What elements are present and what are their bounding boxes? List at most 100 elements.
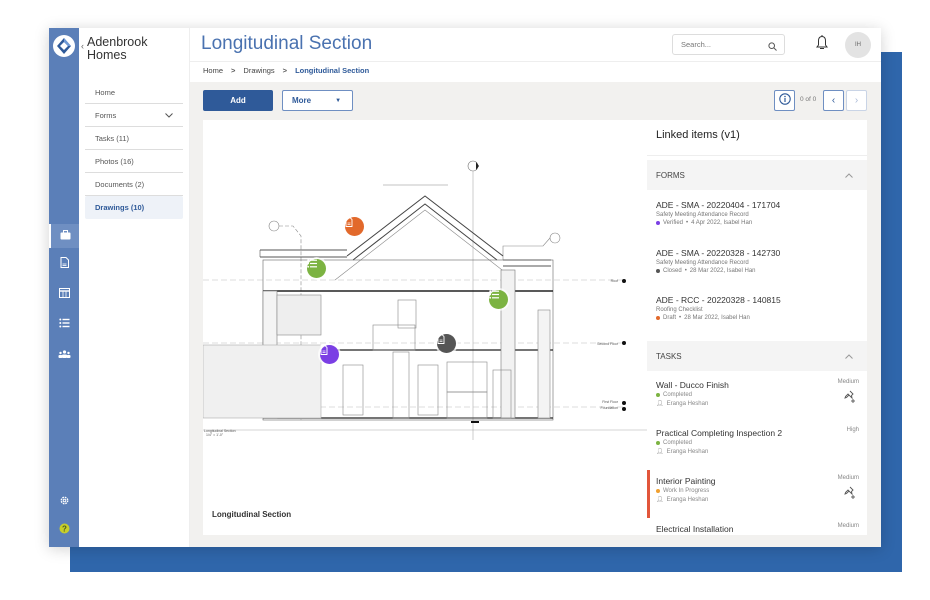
info-icon	[778, 92, 791, 110]
avatar[interactable]: IH	[845, 32, 871, 58]
document-icon	[60, 255, 69, 273]
breadcrumb-home[interactable]: Home	[203, 66, 223, 75]
task-list-item[interactable]: Wall - Ducco Finish Completed 👤︎ Eranga H…	[647, 374, 867, 422]
rail-settings[interactable]	[49, 490, 79, 514]
next-button[interactable]: ›	[846, 90, 867, 111]
drawing-canvas[interactable]: Roof Second Floor First Floor Foundation…	[203, 120, 647, 535]
drawing-viewer[interactable]: Roof Second Floor First Floor Foundation…	[203, 120, 647, 535]
user-icon: 👤︎	[656, 401, 664, 407]
bell-icon[interactable]	[816, 35, 828, 55]
chevron-up-icon[interactable]	[845, 171, 853, 180]
section-cut-mark	[471, 421, 479, 423]
checklist-icon	[58, 315, 70, 333]
user-icon: 👤︎	[656, 497, 664, 503]
scale-label: 1/4" = 1'-0"	[206, 433, 224, 437]
status-dot	[656, 393, 660, 397]
form-list-item[interactable]: ADE - SMA - 20220404 - 171704 Safety Mee…	[656, 200, 861, 226]
drawing-caption: Longitudinal Section	[212, 510, 292, 519]
help-icon: ?	[59, 521, 70, 539]
user-icon: 👤︎	[656, 449, 664, 455]
task-list-item-selected[interactable]: Interior Painting Work In Progress 👤︎ Era…	[647, 470, 867, 518]
sidenav-item-home[interactable]: Home	[85, 81, 183, 104]
drawing-pin-form[interactable]	[320, 345, 339, 364]
priority-label: Medium	[837, 523, 859, 529]
sidenav-list: Home Forms Tasks (11) Photos (16) Docume…	[85, 81, 183, 219]
calendar-table-icon	[58, 285, 70, 303]
priority-label: Medium	[837, 379, 859, 385]
forms-section-header[interactable]: FORMS	[647, 160, 867, 190]
sidenav-item-photos[interactable]: Photos (16)	[85, 150, 183, 173]
svg-text:?: ?	[62, 524, 67, 533]
breadcrumb-drawings[interactable]: Drawings	[243, 66, 274, 75]
breadcrumb-separator: >	[282, 66, 288, 75]
status-badge: Verified	[663, 220, 684, 226]
more-dropdown-button[interactable]: More ▼	[282, 90, 353, 111]
chevron-up-icon[interactable]	[845, 352, 853, 361]
linked-items-panel: Linked items (v1) FORMS ADE - SMA - 2022…	[647, 120, 867, 535]
breadcrumb: Home > Drawings > Longitudinal Section	[203, 66, 369, 75]
status-dot	[656, 269, 660, 273]
pin-to-drawing-icon[interactable]	[843, 486, 857, 505]
drawing-pin-task[interactable]	[489, 290, 508, 309]
level-marker-icon	[622, 401, 626, 405]
level-label-second-floor: Second Floor	[597, 342, 619, 346]
breadcrumb-separator: >	[231, 66, 236, 75]
add-button[interactable]: Add	[203, 90, 273, 111]
status-badge: Closed	[663, 268, 682, 274]
rail-forms[interactable]	[49, 252, 79, 276]
linked-items-title: Linked items (v1)	[656, 129, 740, 141]
drawing-pin-form[interactable]	[345, 217, 364, 236]
info-button[interactable]	[774, 90, 795, 111]
status-badge: Draft	[663, 315, 677, 321]
drawing-pin-task[interactable]	[307, 259, 326, 278]
sidenav-item-documents[interactable]: Documents (2)	[85, 173, 183, 196]
form-list-item[interactable]: ADE - SMA - 20220328 - 142730 Safety Mee…	[656, 248, 861, 274]
app-logo[interactable]	[52, 34, 76, 58]
tasks-section-header[interactable]: TASKS	[647, 341, 867, 371]
pin-count: 0 of 0	[800, 96, 817, 103]
rail-projects[interactable]	[49, 224, 79, 248]
status-badge: Completed	[663, 440, 693, 446]
rail-team[interactable]	[49, 342, 79, 366]
status-dot	[656, 489, 660, 493]
level-label-roof: Roof	[611, 279, 618, 283]
page-header: Longitudinal Section Home > Drawings > L…	[190, 28, 881, 82]
rail-help[interactable]: ?	[49, 518, 79, 542]
panel-divider	[647, 155, 867, 156]
drawing-pin-form[interactable]	[437, 334, 456, 353]
status-dot	[656, 316, 660, 320]
rail-tasks[interactable]	[49, 312, 79, 336]
content-area: Add More ▼ 0 of 0 ‹ › Roof Second Floor …	[190, 82, 881, 547]
sidenav-item-forms[interactable]: Forms	[85, 104, 183, 127]
status-dot	[656, 441, 660, 445]
level-label-foundation: Foundation	[600, 406, 618, 410]
rail-schedule[interactable]	[49, 282, 79, 306]
sidenav-item-drawings[interactable]: Drawings (10)	[85, 196, 183, 219]
form-list-item[interactable]: ADE - RCC - 20220328 - 140815 Roofing Ch…	[656, 295, 861, 321]
chevron-left-icon: ‹	[831, 95, 836, 106]
header-divider	[190, 61, 881, 62]
settings-gear-icon	[59, 493, 70, 511]
previous-button[interactable]: ‹	[823, 90, 844, 111]
chevron-right-icon: ›	[854, 95, 859, 106]
team-icon	[58, 345, 71, 363]
level-marker-icon	[622, 341, 626, 345]
pin-to-drawing-icon[interactable]	[843, 390, 857, 409]
search-icon[interactable]	[768, 39, 777, 58]
search-input[interactable]: Search...	[672, 34, 785, 55]
chevron-down-icon[interactable]	[165, 111, 173, 120]
app-window: ? ‹ Adenbrook Homes Home Forms Tasks (11…	[49, 28, 881, 547]
project-sidenav: ‹ Adenbrook Homes Home Forms Tasks (11) …	[79, 28, 190, 547]
sidenav-item-tasks[interactable]: Tasks (11)	[85, 127, 183, 150]
priority-label: Medium	[837, 475, 859, 481]
status-dot	[656, 221, 660, 225]
icon-rail: ?	[49, 28, 79, 547]
task-list-item[interactable]: Practical Completing Inspection 2 Comple…	[647, 422, 867, 470]
caret-down-icon: ▼	[335, 97, 342, 104]
project-name[interactable]: ‹ Adenbrook Homes	[81, 36, 147, 62]
priority-label: High	[846, 427, 859, 433]
task-list-item[interactable]: Electrical Installation Medium	[647, 518, 867, 535]
chevron-left-icon[interactable]: ‹	[81, 40, 84, 53]
level-marker-icon	[622, 279, 626, 283]
level-label-first-floor: First Floor	[602, 400, 619, 404]
